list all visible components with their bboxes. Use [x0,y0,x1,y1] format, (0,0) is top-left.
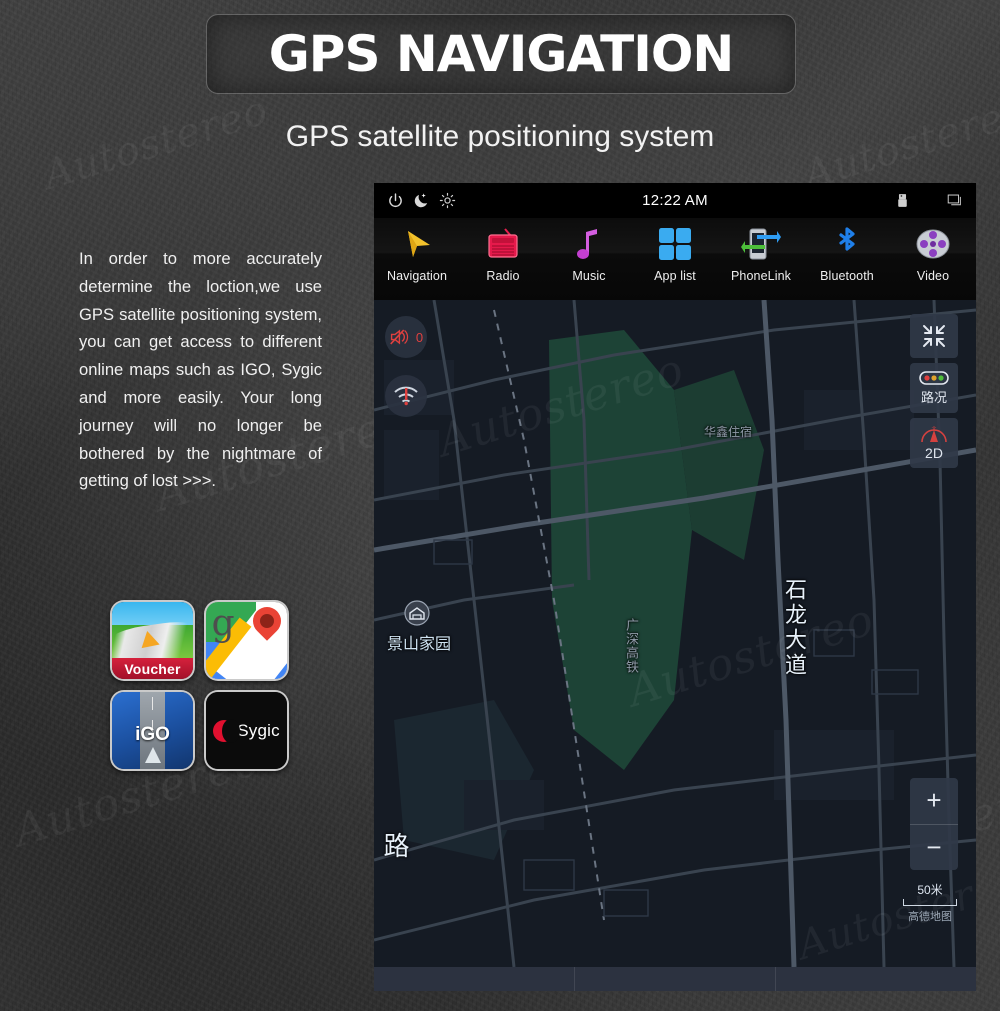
map-label: 景山家园 [387,636,452,653]
map-scale: 50米 高德地图 [899,881,961,924]
volume-value: 0 [415,329,424,345]
app-shortcut-label: PhoneLink [731,269,791,283]
app-shortcut-row: Navigation Radio Music App list PhoneLin… [374,218,976,300]
igo-arrow-icon [144,746,161,763]
map-zoom-controls: + − [910,778,958,870]
app-shortcut-label: Radio [486,269,520,283]
traffic-button[interactable]: 路况 [910,363,958,413]
map-label: 广深高铁 [624,618,639,674]
app-shortcut-music[interactable]: Music [551,222,627,283]
radio-icon [465,222,541,266]
app-icon-google-maps[interactable]: g [204,600,289,681]
app-shortcut-video[interactable]: Video [895,222,971,283]
app-shortcut-app-list[interactable]: App list [637,222,713,283]
phonelink-icon [723,222,799,266]
google-g-icon: g [211,602,235,644]
nearby-button[interactable]: 查周边 [574,967,775,991]
map-bottom-toolbar: 搜地点 查周边 更多 [374,967,976,991]
app-icon-igo[interactable]: iGO [110,690,195,771]
app-grid-icon [637,222,713,266]
video-reel-icon [895,222,971,266]
sygic-moon-icon [213,718,241,743]
app-shortcut-label: Navigation [386,269,448,283]
app-icon-sygic[interactable]: Sygic [204,690,289,771]
traffic-lights-icon [919,370,949,385]
music-note-icon [551,222,627,266]
bluetooth-icon [809,222,885,266]
map-scale-value: 50米 [917,883,943,897]
map-label: 石龙大道 [782,578,807,678]
status-bar-clock: 12:22 AM [642,192,708,209]
app-icon-label: Voucher [124,660,181,677]
zoom-out-button[interactable]: − [910,825,958,871]
app-shortcut-navigation[interactable]: Navigation [379,222,455,283]
map-provider-label: 高德地图 [908,911,952,923]
page-subtitle: GPS satellite positioning system [285,120,715,153]
app-shortcut-label: Bluetooth [820,269,874,283]
app-shortcut-phonelink[interactable]: PhoneLink [723,222,799,283]
speaker-muted-icon [390,329,409,345]
traffic-label: 路况 [920,389,947,405]
app-shortcut-radio[interactable]: Radio [465,222,541,283]
gps-signal-button[interactable] [385,375,427,417]
head-unit-device: 12:22 AM Navigation Radio Music App list… [374,183,976,991]
map-canvas [374,300,976,967]
description-text: In order to more accurately determine th… [79,249,322,491]
title-banner: GPS NAVIGATION [206,14,796,94]
usb-icon[interactable] [894,192,911,209]
more-button[interactable]: 更多 [775,967,976,991]
view-mode-label: 2D [925,444,943,461]
voucher-label-bar: Voucher [112,658,193,679]
app-icon-label: Sygic [237,720,280,740]
signal-warning-icon [394,386,418,406]
collapse-arrows-icon [923,325,945,347]
window-icon[interactable] [947,192,964,209]
app-shortcut-label: Video [916,269,950,283]
map-view[interactable]: Autostereo Autostereo Autostereo 华鑫住宿 景山… [374,300,976,967]
svg-text:北: 北 [931,426,936,433]
map-poi-jingshan[interactable] [404,600,430,631]
status-bar: 12:22 AM [374,183,976,218]
search-place-button[interactable]: 搜地点 [374,967,574,991]
zoom-in-button[interactable]: + [910,778,958,825]
map-scale-bar [903,899,957,906]
nav-app-icon-grid: Voucher g iGO Sygic [110,600,290,772]
mute-volume-button[interactable]: 0 [385,316,427,358]
view-mode-button[interactable]: 北 2D [910,418,958,468]
map-label: 华鑫住宿 [704,425,753,439]
poi-house-icon [404,600,430,626]
app-shortcut-bluetooth[interactable]: Bluetooth [809,222,885,283]
compass-north-icon: 北 [921,426,947,442]
app-shortcut-label: Music [572,269,606,283]
map-label: 路 [380,832,410,861]
app-shortcut-label: App list [654,269,696,283]
page-title: GPS NAVIGATION [268,25,734,83]
navigation-arrow-icon [379,222,455,266]
app-icon-label: iGO [135,724,170,746]
collapse-button[interactable] [910,314,958,358]
app-icon-voucher[interactable]: Voucher [110,600,195,681]
